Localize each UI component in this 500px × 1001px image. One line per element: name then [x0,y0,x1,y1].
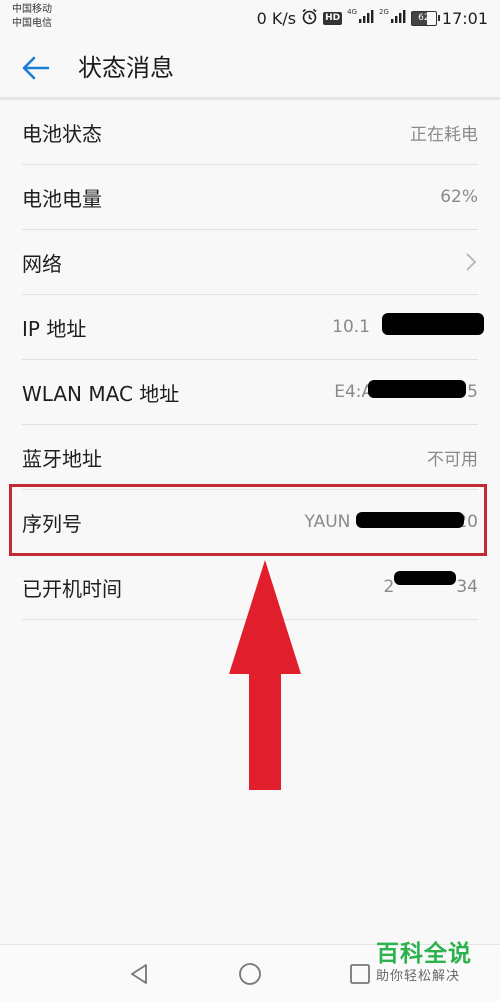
row-label: 已开机时间 [22,576,122,601]
watermark-brand: 百科全说 [376,941,472,967]
nav-back-button[interactable] [124,959,154,989]
status-bar: 中国移动 中国电信 0 K/s HD 4G 2G 62 17:01 [0,0,500,36]
row-network[interactable]: 网络 [22,230,478,295]
back-arrow-icon [22,56,50,80]
clock: 17:01 [441,8,488,28]
redaction-mark [394,571,456,585]
circle-home-icon [239,963,261,985]
network-type-2: 2G [379,8,389,16]
mac-value-suffix: 5 [467,382,478,402]
battery-icon: 62 [410,10,440,26]
status-icons: 0 K/s HD 4G 2G 62 17:01 [257,7,488,29]
row-ip-address: IP 地址 10.1 [22,295,484,360]
square-recents-icon [350,964,370,984]
highlight-box [9,484,487,556]
carrier-2: 中国电信 [12,18,52,29]
back-button[interactable] [18,50,54,86]
uptime-value-prefix: 2 [383,577,395,597]
network-type-1: 4G [347,8,357,16]
row-value: 正在耗电 [410,124,478,145]
chevron-right-icon [466,253,477,271]
row-label: IP 地址 [22,316,87,341]
signal-icon-1 [358,8,374,28]
signal-icon-2 [390,8,406,28]
triangle-back-icon [131,964,147,984]
row-label: 电池电量 [22,186,102,211]
net-speed: 0 K/s [256,8,297,28]
app-header: 状态消息 [0,36,500,98]
row-battery-level: 电池电量 62% [22,165,478,230]
red-up-arrow [229,560,301,790]
row-value: 62% [440,187,478,207]
watermark-slogan: 助你轻松解决 [376,969,461,984]
row-label: 网络 [22,251,62,276]
hd-badge: HD [323,11,343,25]
nav-recents-button[interactable] [345,959,375,989]
row-label: 蓝牙地址 [22,446,102,471]
row-bluetooth-address: 蓝牙地址 不可用 [22,425,478,490]
watermark: 百科全说 助你轻松解决 [376,940,492,986]
battery-level: 62 [418,12,430,23]
uptime-value-suffix: 34 [456,577,478,597]
page-title: 状态消息 [78,54,174,82]
row-label: 电池状态 [22,121,102,146]
redaction-mark [382,313,484,335]
redaction-mark [368,380,466,398]
carrier-1: 中国移动 [12,4,52,15]
row-battery-status: 电池状态 正在耗电 [22,100,478,165]
row-value-chevron [464,252,478,272]
nav-home-button[interactable] [235,959,265,989]
row-label: WLAN MAC 地址 [22,381,180,406]
row-wlan-mac: WLAN MAC 地址 E4:A 5 [22,360,478,425]
row-value: 不可用 [427,449,478,470]
ip-value-prefix: 10.1 [332,317,370,337]
alarm-icon [301,8,318,29]
